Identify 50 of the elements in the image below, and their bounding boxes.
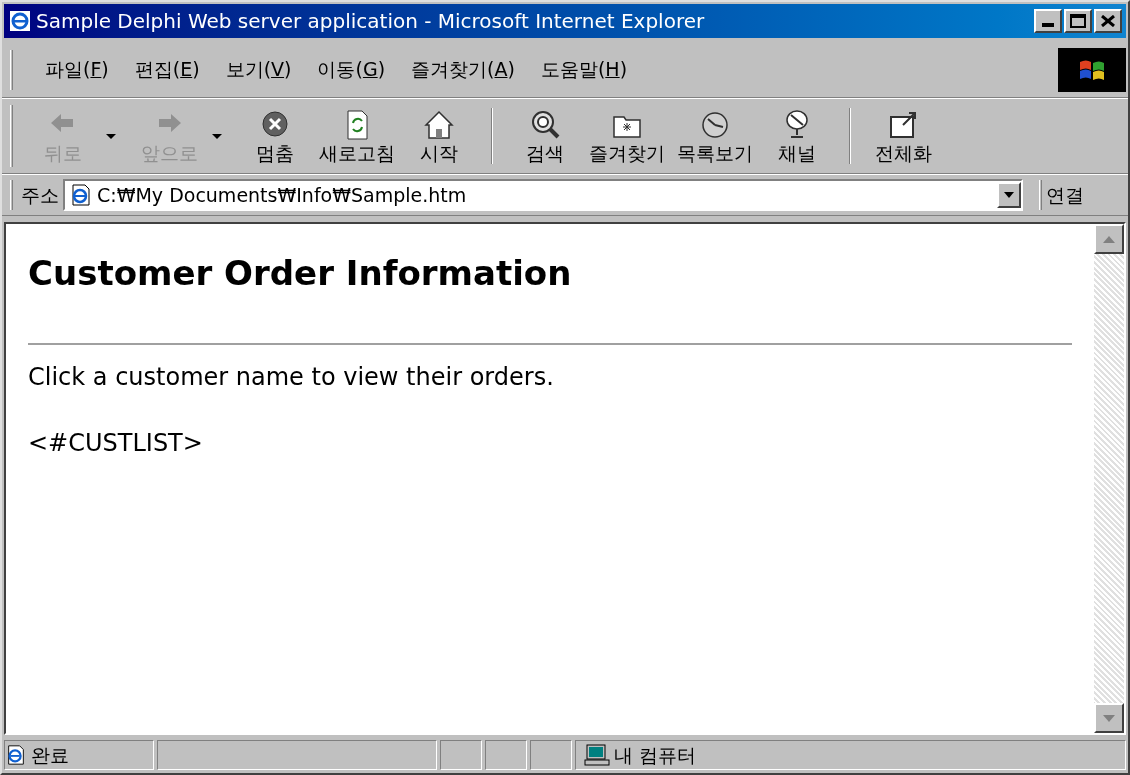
toolbar-button[interactable]: 새로고침 (313, 102, 401, 170)
close-icon (1101, 15, 1115, 27)
toolbar-button[interactable]: 채널 (759, 102, 835, 170)
address-field[interactable]: C:₩My Documents₩Info₩Sample.htm (63, 179, 1023, 211)
toolbar-button[interactable]: 즐겨찾기 (583, 102, 671, 170)
address-label: 주소 (21, 182, 59, 208)
search-icon (529, 109, 561, 141)
page-icon (5, 744, 27, 766)
status-panel (440, 740, 482, 770)
scroll-down-button[interactable] (1094, 703, 1124, 733)
go-link[interactable]: 연결 (1046, 180, 1084, 210)
minimize-button[interactable] (1034, 9, 1062, 33)
status-panel (530, 740, 572, 770)
down-arrow-icon (1103, 714, 1115, 722)
scrollbar[interactable] (1094, 224, 1124, 733)
zone-text: 내 컴퓨터 (614, 742, 697, 768)
toolbar-button[interactable]: 검색 (507, 102, 583, 170)
toolbar-button[interactable]: 시작 (401, 102, 477, 170)
up-arrow-icon (1103, 235, 1115, 243)
menu-item[interactable]: 보기(V) (217, 55, 300, 84)
home-icon (423, 109, 455, 141)
maximize-icon (1070, 14, 1086, 28)
menu-item[interactable]: 파일(F) (37, 55, 117, 84)
toolbar-button[interactable]: 전체화 (865, 102, 941, 170)
windows-logo-icon (1058, 47, 1126, 92)
clock-icon (699, 109, 731, 141)
template-tag: <#CUSTLIST> (28, 424, 1072, 461)
window-title: Sample Delphi Web server application - Microsoft Internet Explorer (36, 8, 705, 35)
browser-icon (8, 9, 32, 33)
status-panel (485, 740, 527, 770)
menu-item[interactable]: 즐겨찾기(A) (403, 55, 523, 84)
caret-icon (1004, 192, 1014, 198)
menu-item[interactable]: 이동(G) (309, 55, 394, 84)
maximize-button[interactable] (1064, 9, 1092, 33)
menu-item[interactable]: 도움말(H) (532, 55, 636, 84)
computer-icon (584, 744, 610, 766)
page-icon (69, 183, 93, 207)
toolbar-button[interactable]: 목록보기 (671, 102, 759, 170)
menu-item[interactable]: 편집(E) (126, 55, 208, 84)
dropdown-button[interactable] (997, 182, 1021, 208)
close-button[interactable] (1094, 9, 1122, 33)
minimize-icon (1042, 23, 1054, 27)
toolbar-button[interactable]: 멈춤 (237, 102, 313, 170)
status-text: 완료 (31, 742, 69, 768)
caret-icon (212, 133, 222, 139)
fullscreen-icon (887, 109, 919, 141)
caret-icon (106, 133, 116, 139)
page-text: Click a customer name to view their orders. (28, 361, 555, 393)
scroll-up-button[interactable] (1094, 224, 1124, 254)
page-heading: Customer Order Information (28, 252, 573, 295)
